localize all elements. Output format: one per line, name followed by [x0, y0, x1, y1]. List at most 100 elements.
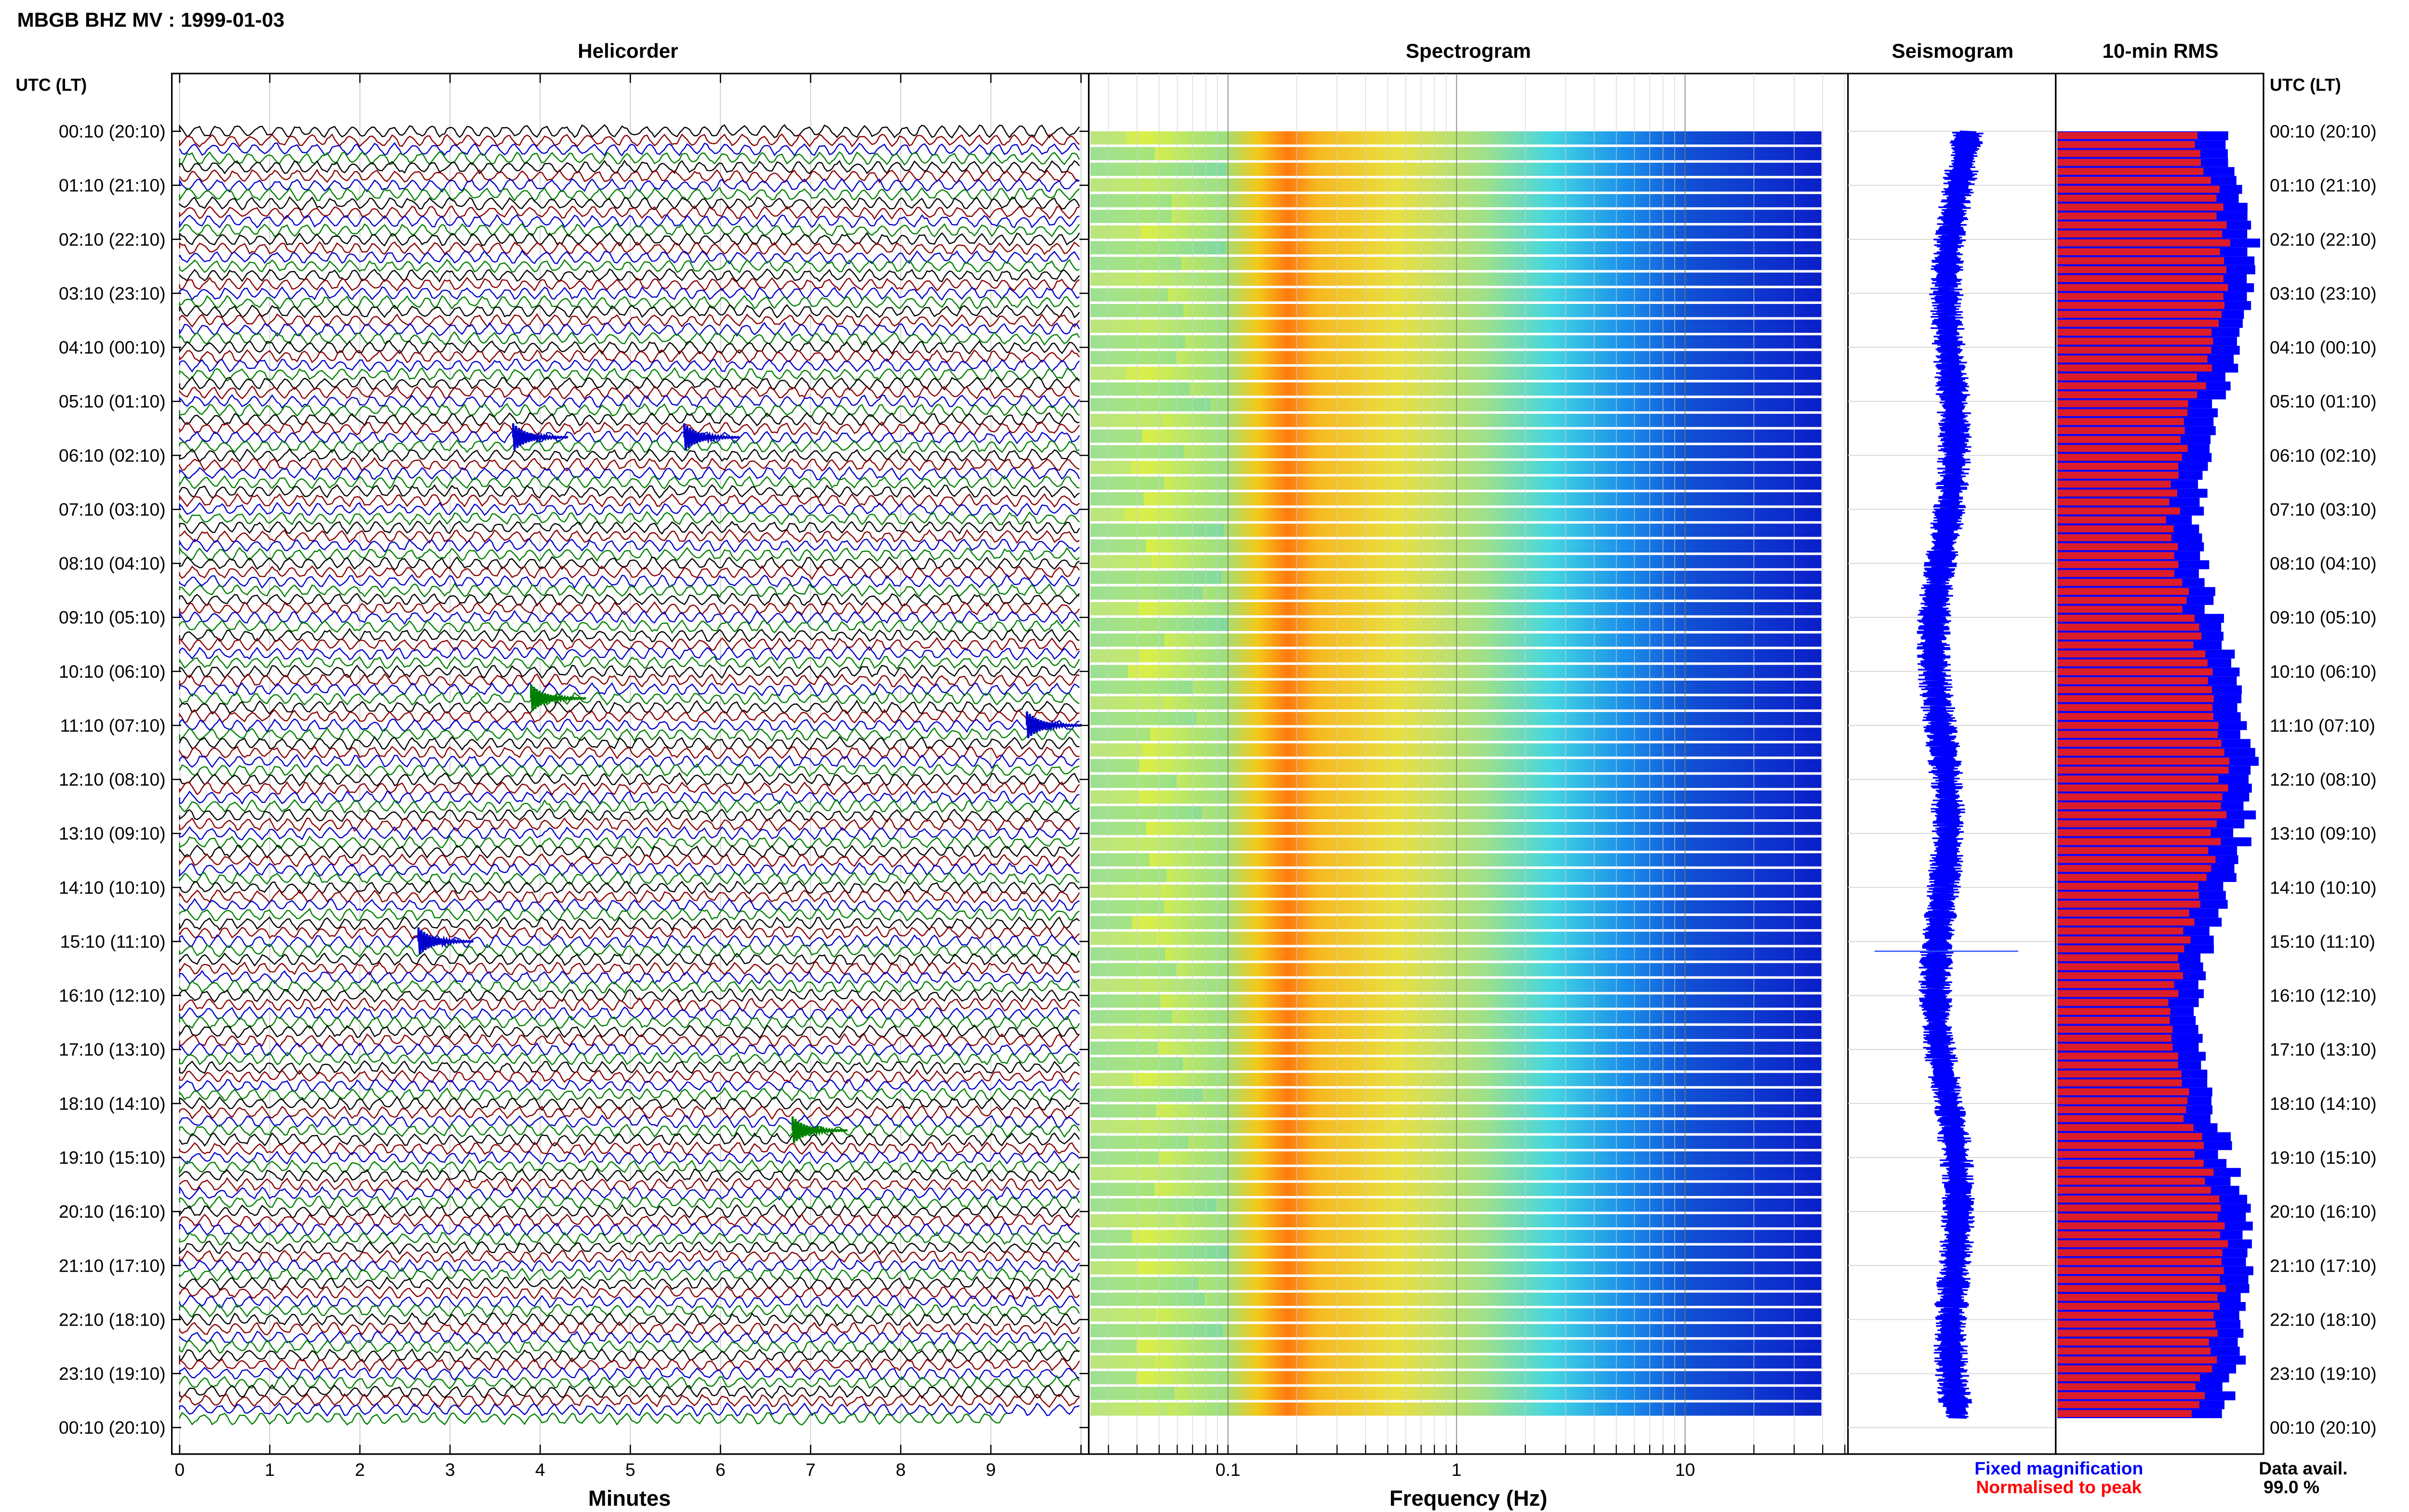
rms-normalised-bar — [2057, 766, 2229, 774]
rms-normalised-bar — [2057, 909, 2189, 917]
spectrogram-row — [1090, 775, 1822, 788]
rms-normalised-bar — [2057, 793, 2223, 801]
rms-normalised-bar — [2057, 418, 2184, 425]
spectrogram-lowband — [1090, 1340, 1137, 1353]
rms-normalised-bar — [2057, 311, 2222, 318]
rms-normalised-bar — [2057, 588, 2189, 595]
spectrogram-lowband — [1090, 1261, 1137, 1275]
spectrogram-row — [1090, 1135, 1822, 1149]
spectrogram-lowband — [1090, 994, 1161, 1008]
spectrogram-row — [1090, 476, 1822, 490]
spectrogram-row — [1090, 382, 1822, 396]
rms-normalised-bar — [2057, 999, 2169, 1006]
spectrogram-lowband — [1090, 335, 1185, 349]
rms-normalised-bar — [2057, 364, 2212, 372]
rms-normalised-bar — [2057, 927, 2184, 935]
spectrogram-row — [1090, 963, 1822, 976]
spectrogram-lowband — [1090, 868, 1167, 882]
spectrogram-row — [1090, 539, 1822, 553]
rms-normalised-bar — [2057, 650, 2206, 657]
spectrogram-lowband — [1090, 1371, 1137, 1384]
spectrogram-row — [1090, 555, 1822, 568]
helicorder-tick-label: 4 — [535, 1459, 545, 1480]
legend-normalised: Normalised to peak — [1976, 1477, 2142, 1497]
spectrogram-row — [1090, 712, 1822, 725]
rms-normalised-bar — [2057, 784, 2228, 792]
spectrogram-lowband — [1090, 1057, 1183, 1071]
spectrogram-lowband — [1090, 978, 1214, 992]
spectrogram-lowband — [1090, 508, 1124, 521]
spectrogram-row — [1090, 1371, 1822, 1384]
spectrogram-row — [1090, 1340, 1822, 1353]
rms-normalised-bar — [2057, 981, 2174, 988]
helicorder-tick-label: 5 — [625, 1459, 635, 1480]
time-label-right: 00:10 (20:10) — [2270, 1418, 2377, 1438]
spectrogram-row — [1090, 1026, 1822, 1039]
rms-normalised-bar — [2057, 185, 2220, 193]
spectrogram-lowband — [1090, 429, 1142, 443]
rms-normalised-bar — [2057, 1061, 2178, 1069]
rms-normalised-bar — [2057, 498, 2170, 506]
rms-normalised-bar — [2057, 579, 2183, 586]
spectrogram-row — [1090, 602, 1822, 616]
helicorder-title: Helicorder — [578, 39, 678, 62]
rms-normalised-bar — [2057, 1151, 2195, 1158]
spectrogram-row — [1090, 1387, 1822, 1400]
time-label-left: 07:10 (03:10) — [59, 499, 166, 519]
spectrogram-lowband — [1090, 1214, 1175, 1228]
spectrogram-lowband — [1090, 947, 1165, 961]
spectrogram-lowband — [1090, 633, 1165, 647]
rms-normalised-bar — [2057, 802, 2221, 810]
rms-normalised-bar — [2057, 739, 2222, 747]
rms-normalised-bar — [2057, 990, 2179, 997]
rms-normalised-bar — [2057, 829, 2211, 837]
time-label-right: 21:10 (17:10) — [2270, 1255, 2377, 1275]
rms-normalised-bar — [2057, 373, 2197, 381]
spectrogram-row — [1090, 837, 1822, 851]
figure-title: MBGB BHZ MV : 1999-01-03 — [17, 8, 285, 31]
spectrogram-lowband — [1090, 1198, 1217, 1212]
rms-normalised-bar — [2057, 963, 2180, 971]
rms-normalised-bar — [2057, 686, 2212, 694]
rms-normalised-bar — [2057, 391, 2197, 398]
rms-normalised-bar — [2057, 1186, 2211, 1194]
spectrogram-lowband — [1090, 696, 1164, 710]
rms-normalised-bar — [2057, 543, 2178, 551]
spectrogram-lowband — [1090, 680, 1193, 694]
time-label-left: 00:10 (20:10) — [59, 121, 166, 142]
rms-normalised-bar — [2057, 641, 2194, 649]
rms-normalised-bar — [2057, 158, 2201, 166]
spectrogram-row — [1090, 665, 1822, 678]
rms-normalised-bar — [2057, 882, 2198, 890]
rms-normalised-bar — [2057, 176, 2211, 184]
spectrogram-lowband — [1090, 555, 1152, 568]
time-label-right: 03:10 (23:10) — [2270, 283, 2377, 303]
spectrogram-tick-label: 10 — [1675, 1459, 1695, 1480]
rms-normalised-bar — [2057, 230, 2223, 237]
rms-title: 10-min RMS — [2102, 39, 2218, 62]
helicorder-tick-label: 9 — [986, 1459, 996, 1480]
time-label-left: 06:10 (02:10) — [59, 445, 166, 465]
spectrogram-row — [1090, 257, 1822, 270]
rms-normalised-bar — [2057, 1338, 2209, 1346]
spectrogram-row — [1090, 1183, 1822, 1196]
rms-normalised-bar — [2057, 659, 2208, 667]
spectrogram-row — [1090, 445, 1822, 459]
spectrogram-lowband — [1090, 1355, 1155, 1369]
spectrogram-lowband — [1090, 665, 1128, 678]
spectrogram-row — [1090, 680, 1822, 694]
time-label-left: 14:10 (10:10) — [59, 877, 166, 897]
helicorder-tick-label: 3 — [445, 1459, 455, 1480]
time-label-left: 17:10 (13:10) — [59, 1039, 166, 1060]
spectrogram-lowband — [1090, 476, 1164, 490]
spectrogram-lowband — [1090, 963, 1177, 976]
data-avail-value: 99.0 % — [2263, 1477, 2319, 1497]
legend-fixed: Fixed magnification — [1974, 1458, 2143, 1478]
spectrogram-row — [1090, 303, 1822, 317]
rms-normalised-bar — [2057, 847, 2209, 855]
rms-normalised-bar — [2057, 1196, 2220, 1203]
rms-normalised-bar — [2057, 1026, 2173, 1033]
rms-normalised-bar — [2057, 1016, 2170, 1024]
rms-normalised-bar — [2057, 1320, 2216, 1328]
spectrogram-row — [1090, 1276, 1822, 1290]
